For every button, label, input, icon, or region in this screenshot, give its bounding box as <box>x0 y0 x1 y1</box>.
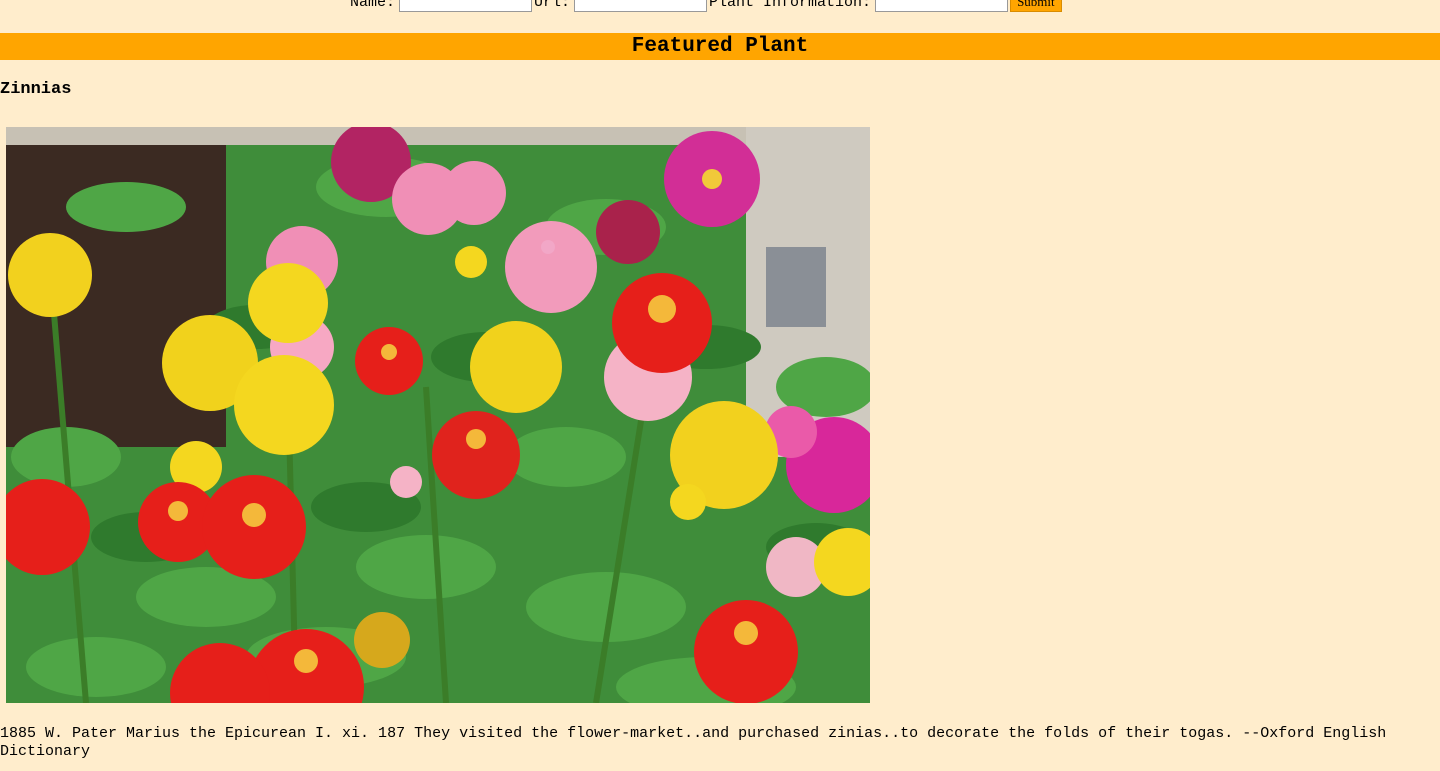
url-label: Url: <box>534 0 571 11</box>
plant-submit-form: Name: Url: Plant Information: Submit <box>350 0 1062 12</box>
plant-information-input[interactable] <box>875 0 1009 12</box>
plant-information-label: Plant Information: <box>709 0 872 11</box>
plant-name: Zinnias <box>0 80 72 99</box>
featured-plant-banner: Featured Plant <box>0 33 1440 60</box>
zinnia-illustration <box>6 127 870 703</box>
plant-photo <box>6 127 870 703</box>
plant-quote: 1885 W. Pater Marius the Epicurean I. xi… <box>0 725 1387 760</box>
submit-button[interactable]: Submit <box>1010 0 1062 12</box>
name-input[interactable] <box>399 0 533 12</box>
name-label: Name: <box>350 0 396 11</box>
url-input[interactable] <box>574 0 708 12</box>
